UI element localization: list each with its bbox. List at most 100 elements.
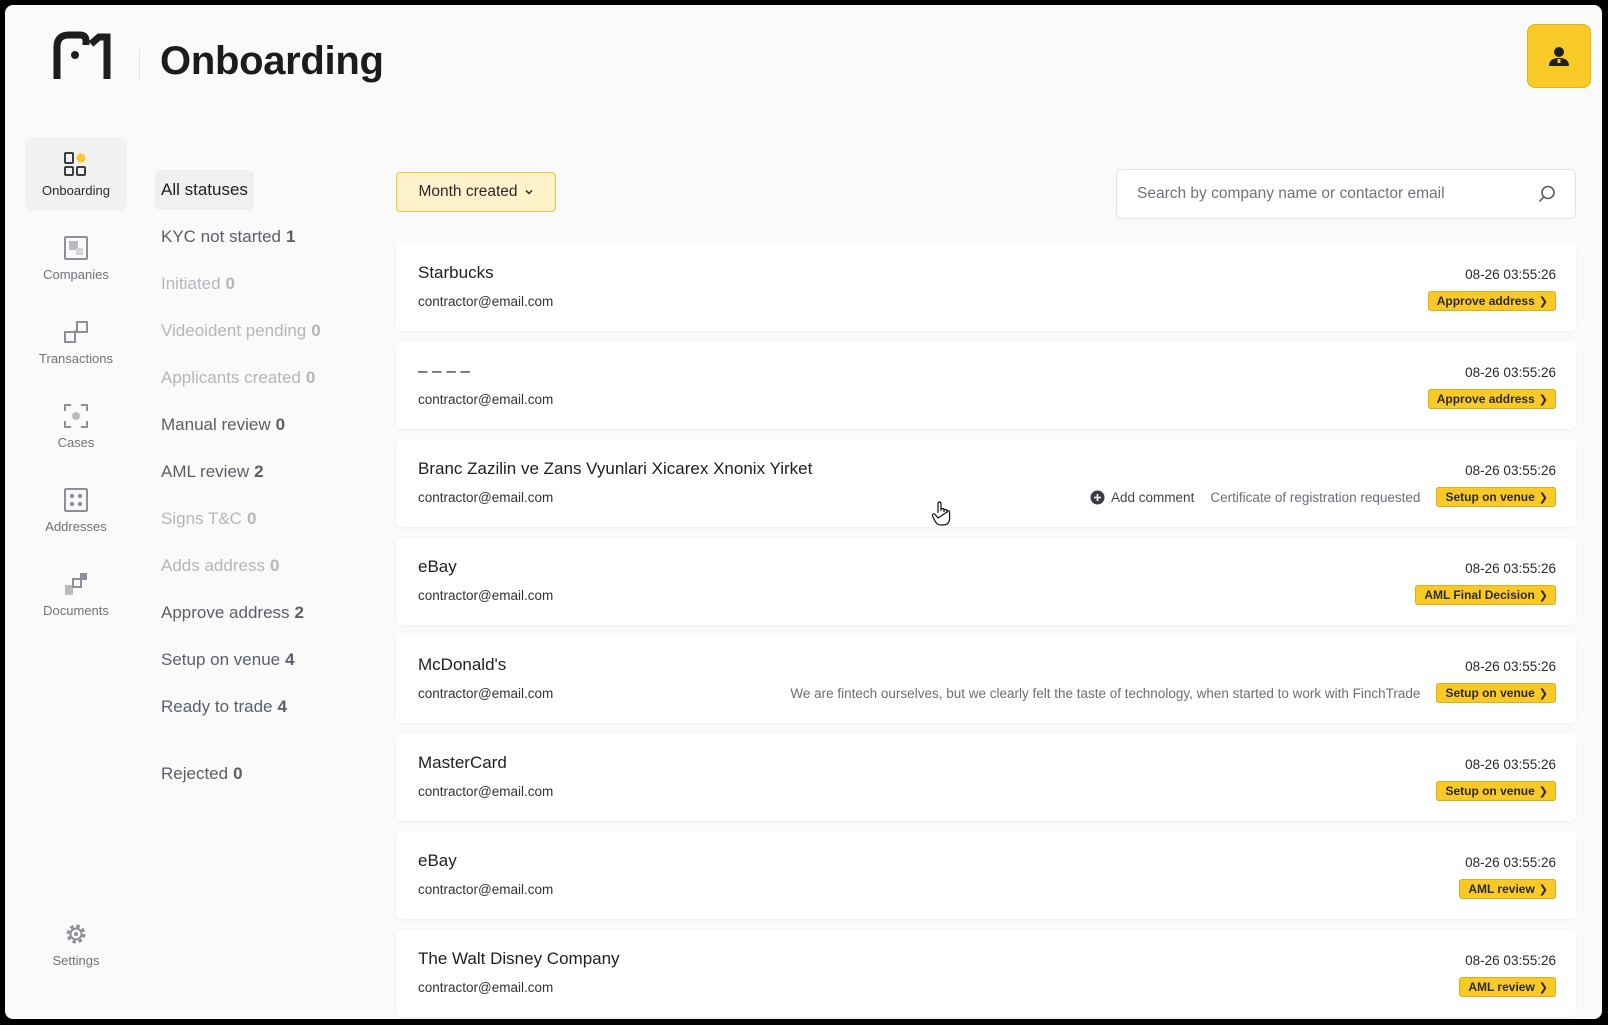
status-filter-manual-review[interactable]: Manual review 0 xyxy=(155,405,291,445)
header-divider xyxy=(139,49,140,81)
onboarding-row[interactable]: The Walt Disney Company contractor@email… xyxy=(396,929,1576,1017)
status-label: KYC not started xyxy=(161,227,282,246)
onboarding-row[interactable]: McDonald's contractor@email.com 08-26 03… xyxy=(396,635,1576,723)
contractor-email: contractor@email.com xyxy=(418,490,554,505)
side-nav: Onboarding Companies Transactions Cases … xyxy=(25,137,129,641)
status-filter-kyc-not-started[interactable]: KYC not started 1 xyxy=(155,217,301,257)
status-badge-label: AML review xyxy=(1468,882,1535,896)
status-badge-button[interactable]: AML Final Decision ❯ xyxy=(1415,585,1556,605)
status-filter-ready-to-trade[interactable]: Ready to trade 4 xyxy=(155,687,293,727)
status-badge-button[interactable]: Approve address ❯ xyxy=(1427,291,1556,311)
status-badge-label: Setup on venue xyxy=(1445,686,1535,700)
chevron-right-icon: ❯ xyxy=(1538,688,1548,700)
status-badge-label: Approve address xyxy=(1436,294,1535,308)
search-box xyxy=(1116,169,1576,219)
gear-icon xyxy=(66,924,86,943)
documents-icon xyxy=(65,572,87,595)
nav-item-settings[interactable]: Settings xyxy=(25,907,127,981)
company-name: McDonald's xyxy=(418,655,507,674)
add-comment-label: Add comment xyxy=(1111,489,1195,505)
profile-button[interactable] xyxy=(1527,24,1591,88)
chevron-right-icon: ❯ xyxy=(1538,296,1548,308)
status-count: 1 xyxy=(286,227,296,246)
row-timestamp: 08-26 03:55:26 xyxy=(1465,365,1556,380)
status-filter-all[interactable]: All statuses xyxy=(155,170,254,210)
status-filter-aml-review[interactable]: AML review 2 xyxy=(155,452,270,492)
status-count: 0 xyxy=(233,764,243,783)
company-name: Branc Zazilin ve Zans Vyunlari Xicarex X… xyxy=(418,459,813,478)
status-count: 4 xyxy=(285,650,295,669)
status-filter-list: All statuses KYC not started 1 Initiated 0… xyxy=(155,170,370,801)
row-meta: Setup on venue ❯ xyxy=(1436,780,1556,802)
status-count: 0 xyxy=(269,556,280,575)
contractor-email: contractor@email.com xyxy=(418,686,554,701)
nav-item-transactions[interactable]: Transactions xyxy=(25,305,127,379)
status-filter-signs-tc[interactable]: Signs T&C 0 xyxy=(155,499,262,539)
status-label: Rejected xyxy=(161,764,229,783)
transactions-icon xyxy=(64,320,88,343)
nav-item-documents[interactable]: Documents xyxy=(25,557,127,631)
row-timestamp: 08-26 03:55:26 xyxy=(1465,267,1556,282)
status-filter-videoident-pending[interactable]: Videoident pending 0 xyxy=(155,311,327,351)
row-meta: Approve address ❯ xyxy=(1427,290,1556,312)
row-meta: AML review ❯ xyxy=(1459,976,1556,998)
status-filter-approve-address[interactable]: Approve address 2 xyxy=(155,593,310,633)
status-badge-button[interactable]: Setup on venue ❯ xyxy=(1436,781,1556,801)
chevron-right-icon: ❯ xyxy=(1538,982,1548,994)
status-count: 4 xyxy=(277,697,287,716)
month-created-filter[interactable]: Month created xyxy=(396,172,556,212)
company-name: eBay xyxy=(418,851,457,870)
nav-label-onboarding: Onboarding xyxy=(42,182,110,198)
nav-item-cases[interactable]: Cases xyxy=(25,389,127,463)
status-filter-rejected[interactable]: Rejected 0 xyxy=(155,754,249,794)
onboarding-row[interactable]: eBay contractor@email.com 08-26 03:55:26… xyxy=(396,537,1576,625)
status-badge-button[interactable]: Setup on venue ❯ xyxy=(1436,683,1556,703)
onboarding-row[interactable]: – – – – contractor@email.com 08-26 03:55… xyxy=(396,341,1576,429)
companies-icon xyxy=(64,235,88,260)
row-meta: Approve address ❯ xyxy=(1427,388,1556,410)
status-count: 0 xyxy=(246,509,257,528)
chevron-right-icon: ❯ xyxy=(1538,394,1548,406)
search-icon[interactable] xyxy=(1537,184,1557,204)
company-name: eBay xyxy=(418,557,457,576)
status-filter-adds-address[interactable]: Adds address 0 xyxy=(155,546,285,586)
row-timestamp: 08-26 03:55:26 xyxy=(1465,855,1556,870)
contractor-email: contractor@email.com xyxy=(418,294,554,309)
status-badge-button[interactable]: Setup on venue ❯ xyxy=(1436,487,1556,507)
nav-label-transactions: Transactions xyxy=(39,350,113,366)
onboarding-icon xyxy=(64,151,86,176)
nav-label-companies: Companies xyxy=(43,266,109,282)
onboarding-row[interactable]: Starbucks contractor@email.com 08-26 03:… xyxy=(396,243,1576,331)
onboarding-row[interactable]: Branc Zazilin ve Zans Vyunlari Xicarex X… xyxy=(396,439,1576,527)
onboarding-row[interactable]: eBay contractor@email.com 08-26 03:55:26… xyxy=(396,831,1576,919)
chevron-right-icon: ❯ xyxy=(1538,786,1548,798)
chevron-right-icon: ❯ xyxy=(1538,884,1548,896)
contractor-email: contractor@email.com xyxy=(418,588,554,603)
row-note: Certificate of registration requested xyxy=(1210,489,1421,505)
status-filter-applicants-created[interactable]: Applicants created 0 xyxy=(155,358,321,398)
status-badge-label: AML review xyxy=(1468,980,1535,994)
search-input[interactable] xyxy=(1135,184,1537,204)
nav-item-addresses[interactable]: Addresses xyxy=(25,473,127,547)
status-badge-label: Approve address xyxy=(1436,392,1535,406)
status-label: Approve address xyxy=(161,603,290,622)
nav-item-onboarding[interactable]: Onboarding xyxy=(25,137,127,211)
status-badge-label: AML Final Decision xyxy=(1424,588,1535,602)
nav-item-companies[interactable]: Companies xyxy=(25,221,127,295)
status-filter-initiated[interactable]: Initiated 0 xyxy=(155,264,241,304)
company-name: – – – – xyxy=(418,361,470,380)
status-badge-button[interactable]: AML review ❯ xyxy=(1459,977,1556,997)
status-label: Setup on venue xyxy=(161,650,281,669)
status-count: 0 xyxy=(311,321,321,340)
status-filter-setup-on-venue[interactable]: Setup on venue 4 xyxy=(155,640,301,680)
contractor-email: contractor@email.com xyxy=(418,980,554,995)
status-count: 2 xyxy=(294,603,304,622)
onboarding-row[interactable]: MasterCard contractor@email.com 08-26 03… xyxy=(396,733,1576,821)
add-comment-button[interactable]: Add comment xyxy=(1090,490,1194,505)
row-meta: Add comment Certificate of registration … xyxy=(1090,486,1556,508)
status-badge-button[interactable]: AML review ❯ xyxy=(1459,879,1556,899)
nav-label-addresses: Addresses xyxy=(45,518,107,534)
status-count: 2 xyxy=(254,462,264,481)
status-badge-button[interactable]: Approve address ❯ xyxy=(1427,389,1556,409)
app-logo xyxy=(53,31,111,79)
